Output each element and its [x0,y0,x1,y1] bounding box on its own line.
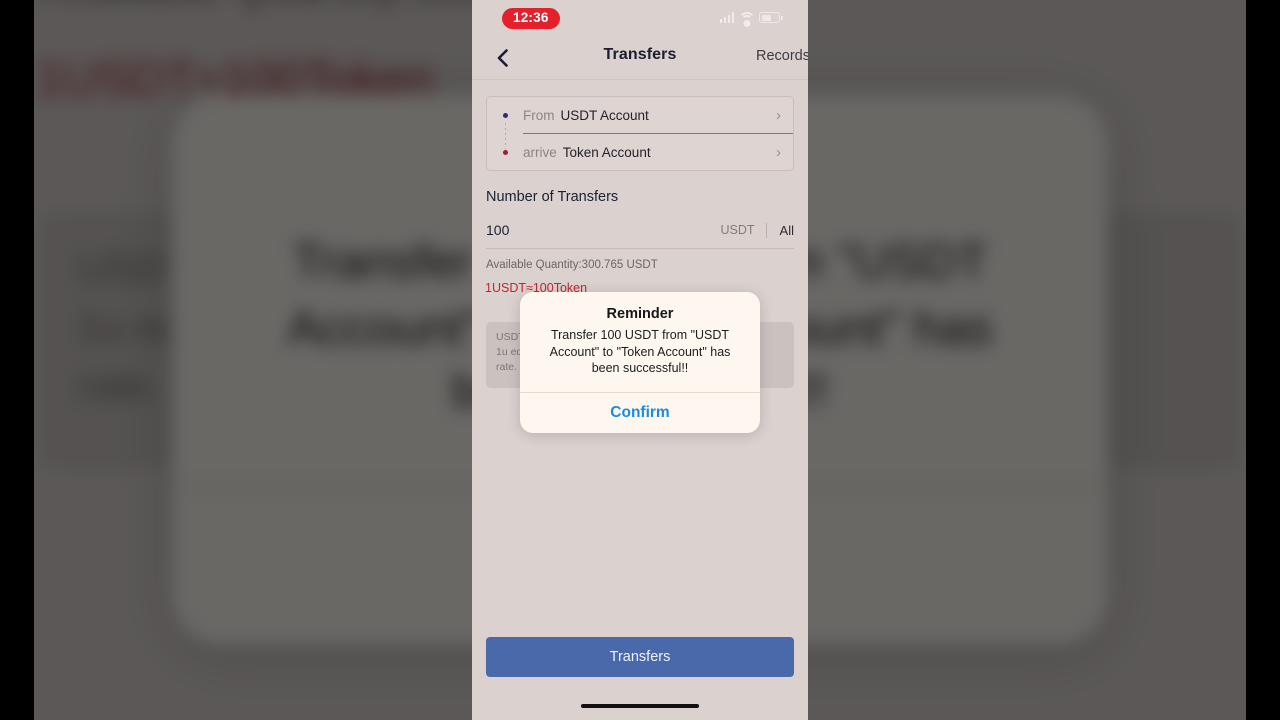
wifi-icon [738,12,755,27]
reminder-dialog: Reminder Transfer 100 USDT from "USDT Ac… [520,292,760,433]
letterbox-left [0,0,34,720]
to-dot-icon [502,149,508,155]
amount-unit-label: USDT [721,222,767,238]
available-quantity-text: Available Quantity:300.765 USDT [486,259,658,271]
from-account-label: From [523,107,555,123]
chevron-right-icon: › [776,106,781,124]
dialog-title: Reminder [606,306,674,322]
from-dot-wrap [487,112,523,118]
from-account-row[interactable]: From USDT Account › [487,97,793,133]
amount-row: 100 USDT All [486,217,794,243]
nav-divider [472,79,808,80]
status-bar: 12:36 [472,0,808,38]
transfers-submit-button[interactable]: Transfers [486,637,794,677]
records-link[interactable]: Records [756,48,808,64]
chevron-right-icon: › [776,143,781,161]
to-account-label: arrive [523,144,557,160]
to-account-row[interactable]: arrive Token Account › [487,134,793,170]
home-indicator[interactable] [581,704,699,708]
to-dot-wrap [487,149,523,155]
dialog-message: Transfer 100 USDT from "USDT Account" to… [549,328,731,375]
nav-bar: Transfers Records [472,38,808,78]
account-selection-card: From USDT Account › arrive Token Account… [486,96,794,171]
signal-bars-icon [719,12,734,23]
phone-screen: 12:36 Transfers Records From USDT Accoun… [472,0,808,720]
amount-section-title: Number of Transfers [486,189,619,205]
letterbox-right [1246,0,1280,720]
from-account-value: USDT Account [560,107,649,123]
amount-input[interactable]: 100 [486,222,721,238]
from-dot-icon [502,112,508,118]
reminder-dialog-wrap: Reminder Transfer 100 USDT from "USDT Ac… [472,292,808,433]
recording-time-pill[interactable]: 12:36 [502,8,560,29]
to-account-value: Token Account [562,144,651,160]
screen-capture: 12:36 Transfers Records From USDT Accoun… [0,0,1280,720]
status-icons [719,12,783,27]
amount-all-button[interactable]: All [767,223,794,238]
confirm-button[interactable]: Confirm [520,393,760,433]
battery-icon [759,12,783,23]
amount-underline [486,248,794,249]
